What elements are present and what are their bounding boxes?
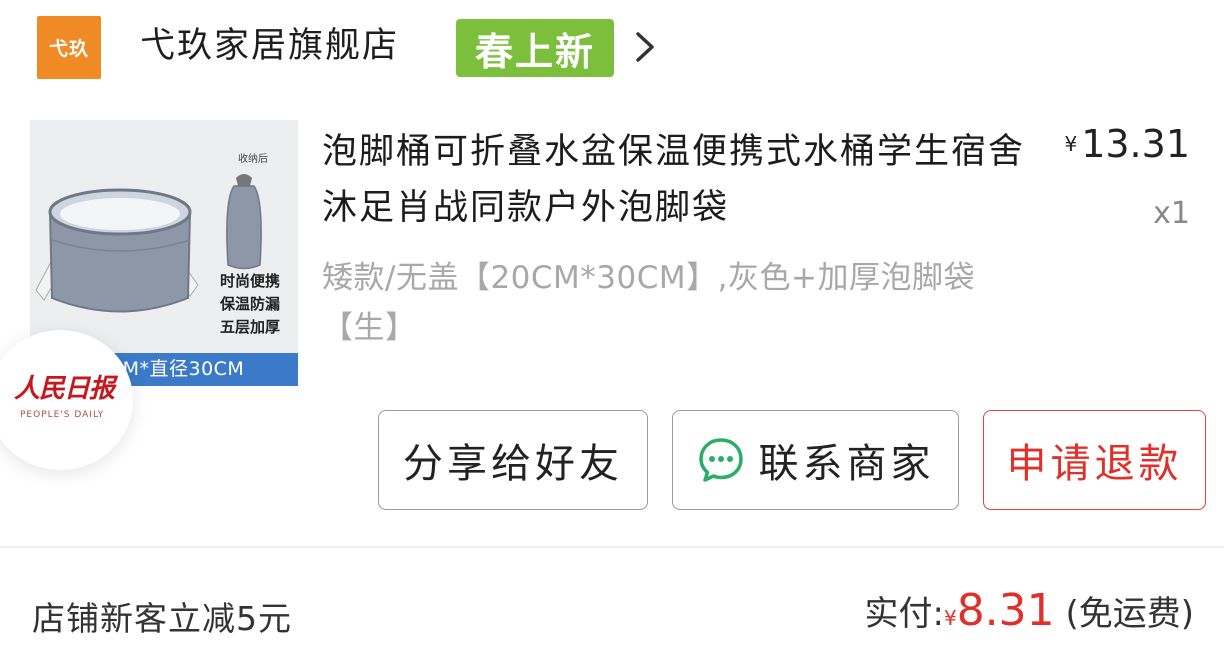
divider (0, 546, 1224, 548)
image-feature: 保温防漏 (220, 295, 281, 313)
contact-seller-button[interactable]: 联系商家 (672, 410, 959, 510)
product-price: ¥13.31 (1064, 122, 1190, 166)
refund-button[interactable]: 申请退款 (983, 410, 1206, 510)
currency-symbol: ¥ (1064, 132, 1078, 156)
peoples-daily-subtitle: PEOPLE'S DAILY (20, 410, 105, 420)
product-title[interactable]: 泡脚桶可折叠水盆保温便携式水桶学生宿舍沐足肖战同款户外泡脚袋 (322, 124, 1032, 236)
peoples-daily-logo: 人民日报 (14, 374, 115, 404)
contact-seller-label: 联系商家 (758, 441, 935, 487)
currency-symbol: ¥ (943, 606, 957, 630)
paid-amount: 8.31 (956, 585, 1055, 636)
product-quantity: x1 (1153, 196, 1190, 231)
paid-label: 实付: (864, 594, 944, 634)
store-logo[interactable]: 弋玖 (37, 16, 101, 79)
image-note: 收纳后 (238, 154, 268, 165)
chevron-right-icon[interactable] (628, 28, 662, 66)
image-feature: 时尚便携 (220, 272, 281, 290)
share-button[interactable]: 分享给好友 (378, 410, 648, 510)
price-value: 13.31 (1081, 122, 1190, 166)
wechat-chat-icon (698, 438, 743, 482)
image-feature: 五层加厚 (220, 318, 281, 336)
shipping-note: (免运费) (1065, 594, 1194, 634)
refund-button-label: 申请退款 (1006, 441, 1183, 487)
paid-total: 实付:¥8.31 (免运费) (864, 585, 1194, 636)
product-variant: 矮款/无盖【20CM*30CM】,灰色+加厚泡脚袋【生】 (322, 260, 975, 346)
share-button-label: 分享给好友 (403, 441, 623, 487)
store-promo: 店铺新客立减5元 (32, 599, 292, 638)
store-badge[interactable]: 春上新 (456, 19, 614, 77)
store-name[interactable]: 弋玖家居旗舰店 (140, 22, 399, 70)
